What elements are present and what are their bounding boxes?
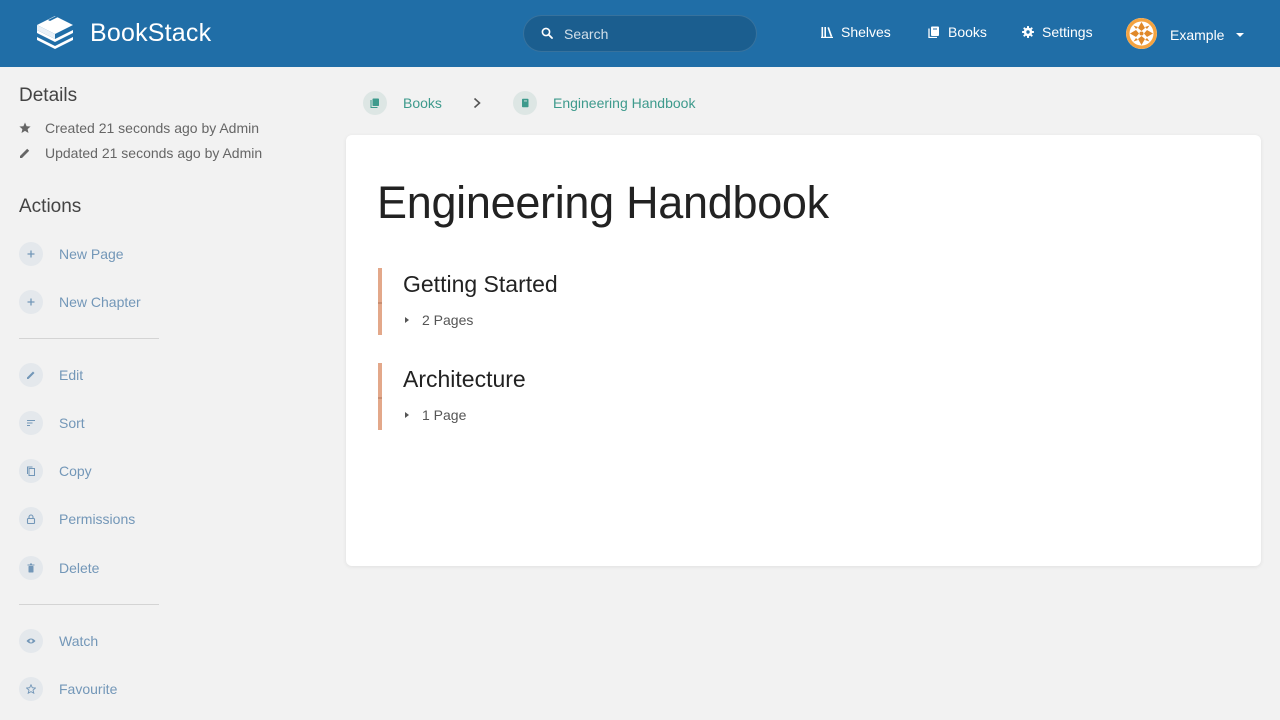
shelves-icon [821, 27, 833, 38]
breadcrumb-book[interactable]: Engineering Handbook [513, 91, 695, 115]
pencil-icon [27, 371, 35, 379]
actions-heading: Actions [19, 196, 82, 217]
updated-text: Updated 21 seconds ago by Admin [45, 145, 263, 161]
top-header: BookStack Shelves Books [0, 0, 1280, 67]
nav-settings-link[interactable]: Settings [1022, 24, 1093, 40]
sort-label: Sort [59, 415, 85, 431]
app-logo-link[interactable]: BookStack [34, 14, 211, 52]
nav-settings-label: Settings [1042, 24, 1093, 40]
updated-info: Updated 21 seconds ago by Admin [19, 145, 262, 161]
page-title: Engineering Handbook [377, 177, 829, 228]
user-avatar-icon [1126, 18, 1157, 49]
caret-down-icon [1236, 32, 1245, 37]
favourite-button[interactable]: Favourite [19, 677, 117, 701]
book-icon [513, 91, 537, 115]
user-name: Example [1170, 26, 1225, 43]
gear-icon [1022, 26, 1034, 38]
edit-button[interactable]: Edit [19, 363, 83, 387]
chapter-item: Architecture 1 Page [378, 363, 878, 430]
nav-shelves-link[interactable]: Shelves [821, 24, 891, 40]
chapter-pages-count: 2 Pages [422, 312, 474, 328]
books-icon [363, 91, 387, 115]
user-menu-toggle[interactable]: Example [1126, 18, 1245, 49]
sort-icon [27, 419, 35, 427]
sort-button[interactable]: Sort [19, 411, 85, 435]
created-text: Created 21 seconds ago by Admin [45, 120, 260, 136]
trash-icon [27, 563, 35, 573]
new-page-label: New Page [59, 246, 124, 262]
new-chapter-label: New Chapter [59, 294, 141, 310]
copy-button[interactable]: Copy [19, 459, 92, 483]
details-heading: Details [19, 85, 78, 106]
copy-label: Copy [59, 463, 92, 479]
search-input[interactable] [564, 24, 744, 44]
avatar [1126, 18, 1157, 49]
nav-books-link[interactable]: Books [928, 24, 987, 40]
favourite-label: Favourite [59, 681, 118, 697]
search-icon [541, 27, 553, 39]
chapter-pages-count: 1 Page [422, 407, 467, 423]
search-box [523, 15, 757, 52]
caret-right-icon [405, 317, 409, 323]
permissions-button[interactable]: Permissions [19, 507, 135, 531]
chapter-pages-toggle[interactable]: 2 Pages [403, 312, 473, 328]
breadcrumb-books-label: Books [403, 95, 442, 111]
pencil-icon [20, 148, 30, 158]
star-icon [19, 122, 31, 133]
nav-books-label: Books [948, 24, 987, 40]
chevron-right-icon [473, 97, 481, 109]
new-chapter-button[interactable]: New Chapter [19, 290, 141, 314]
chapter-pages-toggle[interactable]: 1 Page [403, 407, 466, 423]
new-page-button[interactable]: New Page [19, 242, 124, 266]
chapter-item: Getting Started 2 Pages [378, 268, 878, 335]
chapter-link[interactable]: Architecture [403, 366, 526, 393]
delete-label: Delete [59, 560, 100, 576]
permissions-label: Permissions [59, 511, 136, 527]
book-content-card: Engineering Handbook Getting Started 2 P… [346, 135, 1261, 566]
watch-label: Watch [59, 633, 99, 649]
breadcrumb-books[interactable]: Books [363, 91, 442, 115]
created-info: Created 21 seconds ago by Admin [19, 120, 259, 136]
watch-button[interactable]: Watch [19, 629, 98, 653]
chapter-link[interactable]: Getting Started [403, 271, 558, 298]
plus-icon [27, 298, 35, 306]
bookstack-logo-icon [37, 15, 73, 49]
star-outline-icon [26, 684, 36, 694]
books-icon [928, 26, 939, 38]
eye-icon [26, 638, 36, 644]
lock-icon [26, 514, 36, 524]
copy-icon [27, 466, 35, 476]
actions-divider [19, 338, 159, 339]
caret-right-icon [405, 412, 409, 418]
breadcrumb-book-label: Engineering Handbook [553, 95, 696, 111]
edit-label: Edit [59, 367, 84, 383]
actions-divider-2 [19, 604, 159, 605]
delete-button[interactable]: Delete [19, 556, 99, 580]
plus-icon [27, 250, 35, 258]
app-name: BookStack [90, 18, 212, 47]
nav-shelves-label: Shelves [841, 24, 891, 40]
